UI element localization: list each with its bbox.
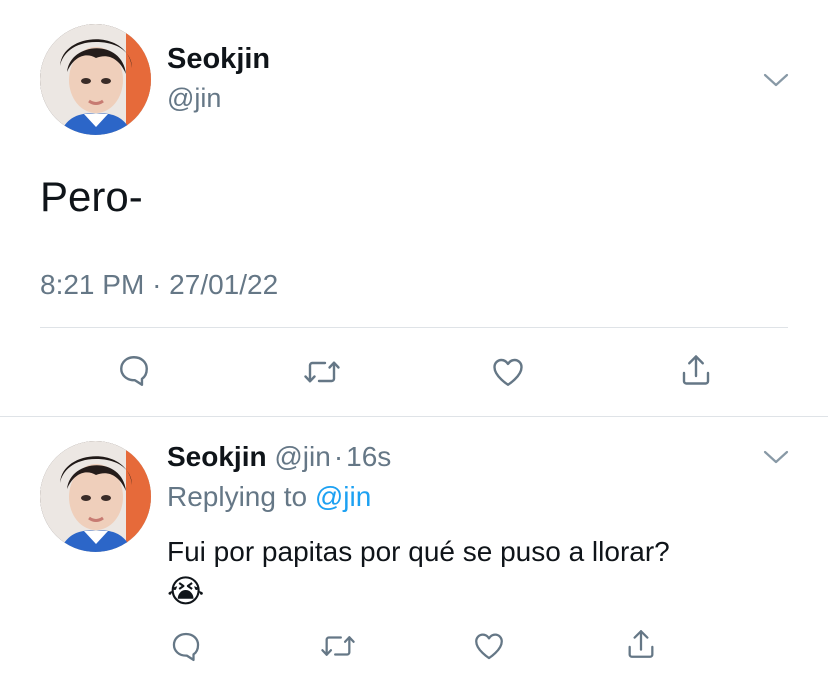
reply-author-handle[interactable]: @jin: [274, 441, 330, 472]
reply-author-name[interactable]: Seokjin: [167, 441, 267, 472]
more-options-button[interactable]: [760, 64, 792, 96]
replying-to: Replying to @jin: [167, 479, 371, 515]
replying-to-label: Replying to: [167, 481, 308, 512]
timestamp-separator: ·: [152, 269, 162, 300]
comment-icon: [120, 356, 148, 386]
main-tweet-divider: [40, 327, 788, 328]
reply-header: Seokjin @jin · 16s: [167, 439, 391, 475]
reply-reply-button[interactable]: [167, 627, 205, 665]
reply-age: 16s: [346, 441, 392, 472]
share-button[interactable]: [676, 350, 716, 390]
reply-button[interactable]: [114, 350, 154, 390]
main-author-handle[interactable]: @jin: [167, 81, 221, 115]
main-tweet-timestamp: 8:21 PM · 27/01/22: [40, 267, 278, 303]
reply-share-button[interactable]: [622, 625, 660, 663]
timestamp-time: 8:21 PM: [40, 269, 145, 300]
main-avatar[interactable]: [40, 24, 151, 135]
reply-tweet[interactable]: Seokjin @jin · 16s Replying to @jin Fui po…: [0, 417, 828, 681]
reply-tweet-text: Fui por papitas por qué se puso a llorar…: [167, 536, 670, 567]
reply-dot: ·: [333, 441, 344, 472]
retweet-button[interactable]: [301, 352, 343, 392]
main-author-name[interactable]: Seokjin: [167, 41, 270, 77]
comment-icon: [172, 632, 200, 662]
reply-more-options-button[interactable]: [760, 441, 792, 473]
heart-icon: [475, 633, 503, 660]
timestamp-date: 27/01/22: [169, 269, 279, 300]
like-button[interactable]: [488, 352, 528, 392]
replying-to-handle[interactable]: @jin: [315, 481, 371, 512]
main-tweet-text: Pero-: [40, 173, 143, 220]
avatar-image: [40, 441, 151, 552]
heart-icon: [493, 358, 523, 386]
retweet-icon: [321, 636, 355, 656]
chevron-down-icon: [763, 73, 789, 87]
crying-emoji: 😭: [167, 572, 205, 610]
chevron-down-icon: [763, 450, 789, 464]
share-icon: [682, 355, 710, 385]
retweet-icon: [304, 361, 340, 383]
main-tweet: Seokjin @jin Pero- 8:21 PM · 27/01/22: [0, 0, 828, 417]
reply-like-button[interactable]: [470, 627, 508, 665]
avatar-image: [40, 24, 151, 135]
share-icon: [628, 630, 654, 658]
reply-avatar[interactable]: [40, 441, 151, 552]
reply-retweet-button[interactable]: [318, 627, 358, 665]
